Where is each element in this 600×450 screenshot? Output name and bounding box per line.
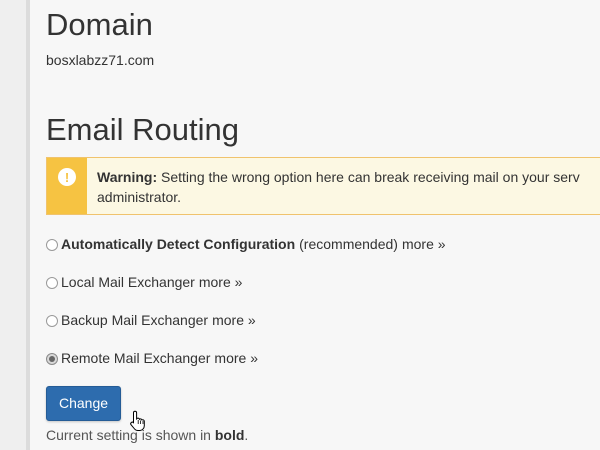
option-automatic-label: Automatically Detect Configuration (61, 236, 296, 252)
option-local-label: Local Mail Exchanger (61, 274, 195, 290)
option-backup-more-link[interactable]: more » (212, 311, 256, 330)
option-backup[interactable]: Backup Mail Exchanger more » (46, 311, 446, 330)
option-remote-more-link[interactable]: more » (214, 349, 258, 368)
warning-label: Warning: (97, 169, 158, 185)
change-button[interactable]: Change (46, 386, 121, 421)
email-routing-heading: Email Routing (46, 112, 239, 147)
footer-bold: bold (214, 427, 245, 443)
domain-heading: Domain (46, 7, 153, 42)
warning-callout: ! Warning: Setting the wrong option here… (46, 157, 600, 215)
left-rail (0, 0, 30, 450)
current-setting-note: Current setting is shown in bold. (46, 426, 248, 444)
option-remote[interactable]: Remote Mail Exchanger more » (46, 349, 446, 368)
option-local-more-link[interactable]: more » (199, 273, 243, 292)
exclamation-icon: ! (58, 168, 76, 186)
radio-local[interactable] (46, 276, 58, 289)
radio-remote[interactable] (46, 352, 58, 365)
warning-message: Setting the wrong option here can break … (161, 169, 580, 185)
option-automatic[interactable]: Automatically Detect Configuration (reco… (46, 235, 446, 254)
main-content: Domain bosxlabzz71.com Email Routing ! W… (46, 0, 600, 450)
footer-suffix: . (244, 427, 249, 443)
option-remote-label: Remote Mail Exchanger (61, 350, 211, 366)
option-local[interactable]: Local Mail Exchanger more » (46, 273, 446, 292)
radio-backup[interactable] (46, 314, 58, 327)
routing-options: Automatically Detect Configuration (reco… (46, 235, 446, 387)
footer-prefix: Current setting is shown in (46, 427, 211, 443)
domain-value: bosxlabzz71.com (46, 52, 155, 68)
option-backup-label: Backup Mail Exchanger (61, 312, 209, 328)
option-automatic-suffix: (recommended) (299, 236, 398, 252)
warning-icon-box: ! (47, 158, 87, 214)
warning-text: Warning: Setting the wrong option here c… (87, 158, 580, 214)
option-automatic-more-link[interactable]: more » (402, 235, 446, 254)
warning-message-line2: administrator. (97, 189, 182, 205)
radio-automatic[interactable] (46, 238, 58, 251)
